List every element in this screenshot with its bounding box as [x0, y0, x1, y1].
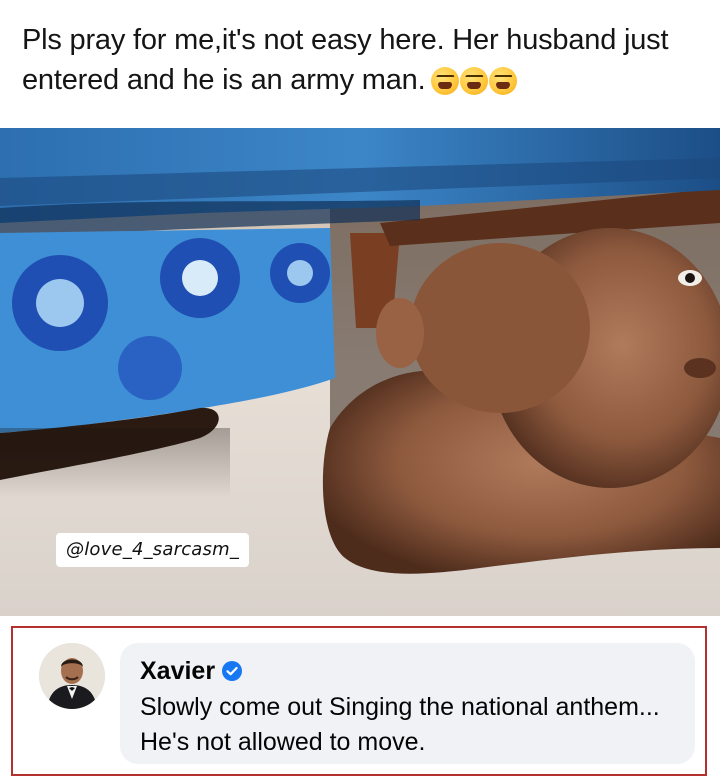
emoji-row: [431, 66, 518, 106]
caption-text-block: Pls pray for me,it's not easy here. Her …: [22, 20, 702, 106]
verified-badge-icon: [222, 661, 243, 681]
post-caption: Pls pray for me,it's not easy here. Her …: [0, 0, 720, 128]
tired-face-emoji-icon: [489, 67, 518, 95]
tired-face-emoji-icon: [431, 67, 460, 95]
comment-author-name[interactable]: Xavier: [140, 657, 215, 686]
watermark-label: @love_4_sarcasm_: [56, 533, 250, 567]
comment-text: Slowly come out Singing the national ant…: [140, 693, 660, 756]
highlighted-comment: Xavier Slowly come out Singing the natio…: [11, 626, 707, 776]
comment-bubble: Xavier Slowly come out Singing the natio…: [120, 643, 695, 764]
person-avatar-icon: [39, 643, 105, 709]
comment-author-row: Xavier: [140, 657, 243, 686]
avatar[interactable]: [39, 643, 105, 709]
tired-face-emoji-icon: [460, 67, 489, 95]
caption-text: Pls pray for me,it's not easy here. Her …: [22, 24, 669, 96]
